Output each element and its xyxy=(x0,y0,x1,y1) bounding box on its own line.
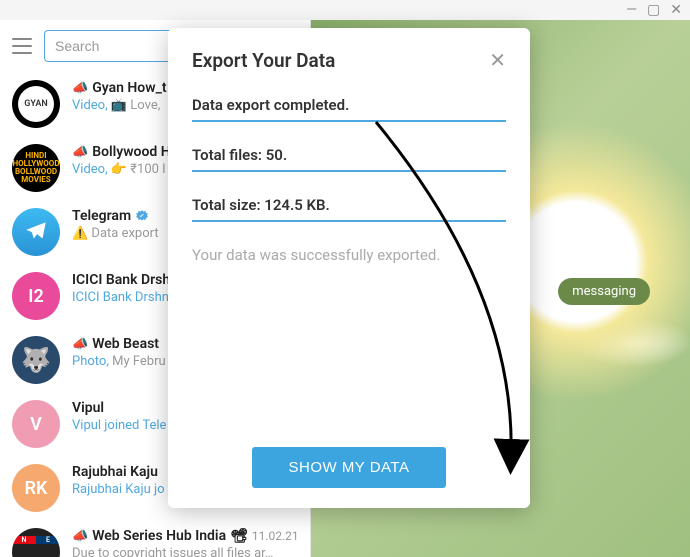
chat-name: ICICI Bank Drsh xyxy=(72,272,170,288)
modal-title: Export Your Data xyxy=(192,49,335,72)
channel-icon: 📣 xyxy=(72,81,88,96)
export-data-modal: Export Your Data ✕ Data export completed… xyxy=(168,28,530,508)
export-total-size: Total size: 124.5 KB. xyxy=(192,196,506,222)
chat-name: Web Series Hub India xyxy=(92,528,226,544)
channel-icon: 📣 xyxy=(72,529,88,544)
menu-icon[interactable] xyxy=(12,38,32,54)
avatar: RK xyxy=(12,464,60,512)
show-my-data-button[interactable]: SHOW MY DATA xyxy=(252,447,445,488)
avatar: 🐺 xyxy=(12,336,60,384)
chat-date: 11.02.21 xyxy=(252,529,298,543)
chat-name: Web Beast xyxy=(92,336,159,352)
camera-icon: 📽 xyxy=(230,528,248,544)
chat-preview: Due to copyright issues all files ar… xyxy=(72,546,298,557)
channel-icon: 📣 xyxy=(72,337,88,352)
avatar: V xyxy=(12,400,60,448)
export-total-files: Total files: 50. xyxy=(192,146,506,172)
chat-name: Bollywood H xyxy=(92,144,171,160)
export-message: Your data was successfully exported. xyxy=(192,246,506,264)
close-icon[interactable]: ✕ xyxy=(489,48,506,72)
avatar xyxy=(12,208,60,256)
channel-icon: 📣 xyxy=(72,145,88,160)
chat-name: Gyan How_t xyxy=(92,80,166,96)
messaging-badge: messaging xyxy=(558,278,650,305)
telegram-icon xyxy=(23,219,49,245)
window-close[interactable]: ✕ xyxy=(670,2,682,18)
window-titlebar: — ▢ ✕ xyxy=(0,0,690,20)
export-status: Data export completed. xyxy=(192,96,506,122)
avatar: GYAN xyxy=(12,80,60,128)
chat-name: Vipul xyxy=(72,400,104,416)
chat-item-webseries[interactable]: NEPA 📣 Web Series Hub India📽 11.02.21 Due … xyxy=(0,520,310,557)
window-maximize[interactable]: ▢ xyxy=(647,2,660,18)
window-minimize[interactable]: — xyxy=(626,2,637,18)
avatar: I2 xyxy=(12,272,60,320)
avatar: NEPA xyxy=(12,528,60,557)
chat-name: Rajubhai Kaju xyxy=(72,464,158,480)
verified-icon xyxy=(135,209,149,223)
chat-name: Telegram xyxy=(72,208,131,224)
avatar: HINDI HOLLYWOOD BOLLWOOD MOVIES xyxy=(12,144,60,192)
